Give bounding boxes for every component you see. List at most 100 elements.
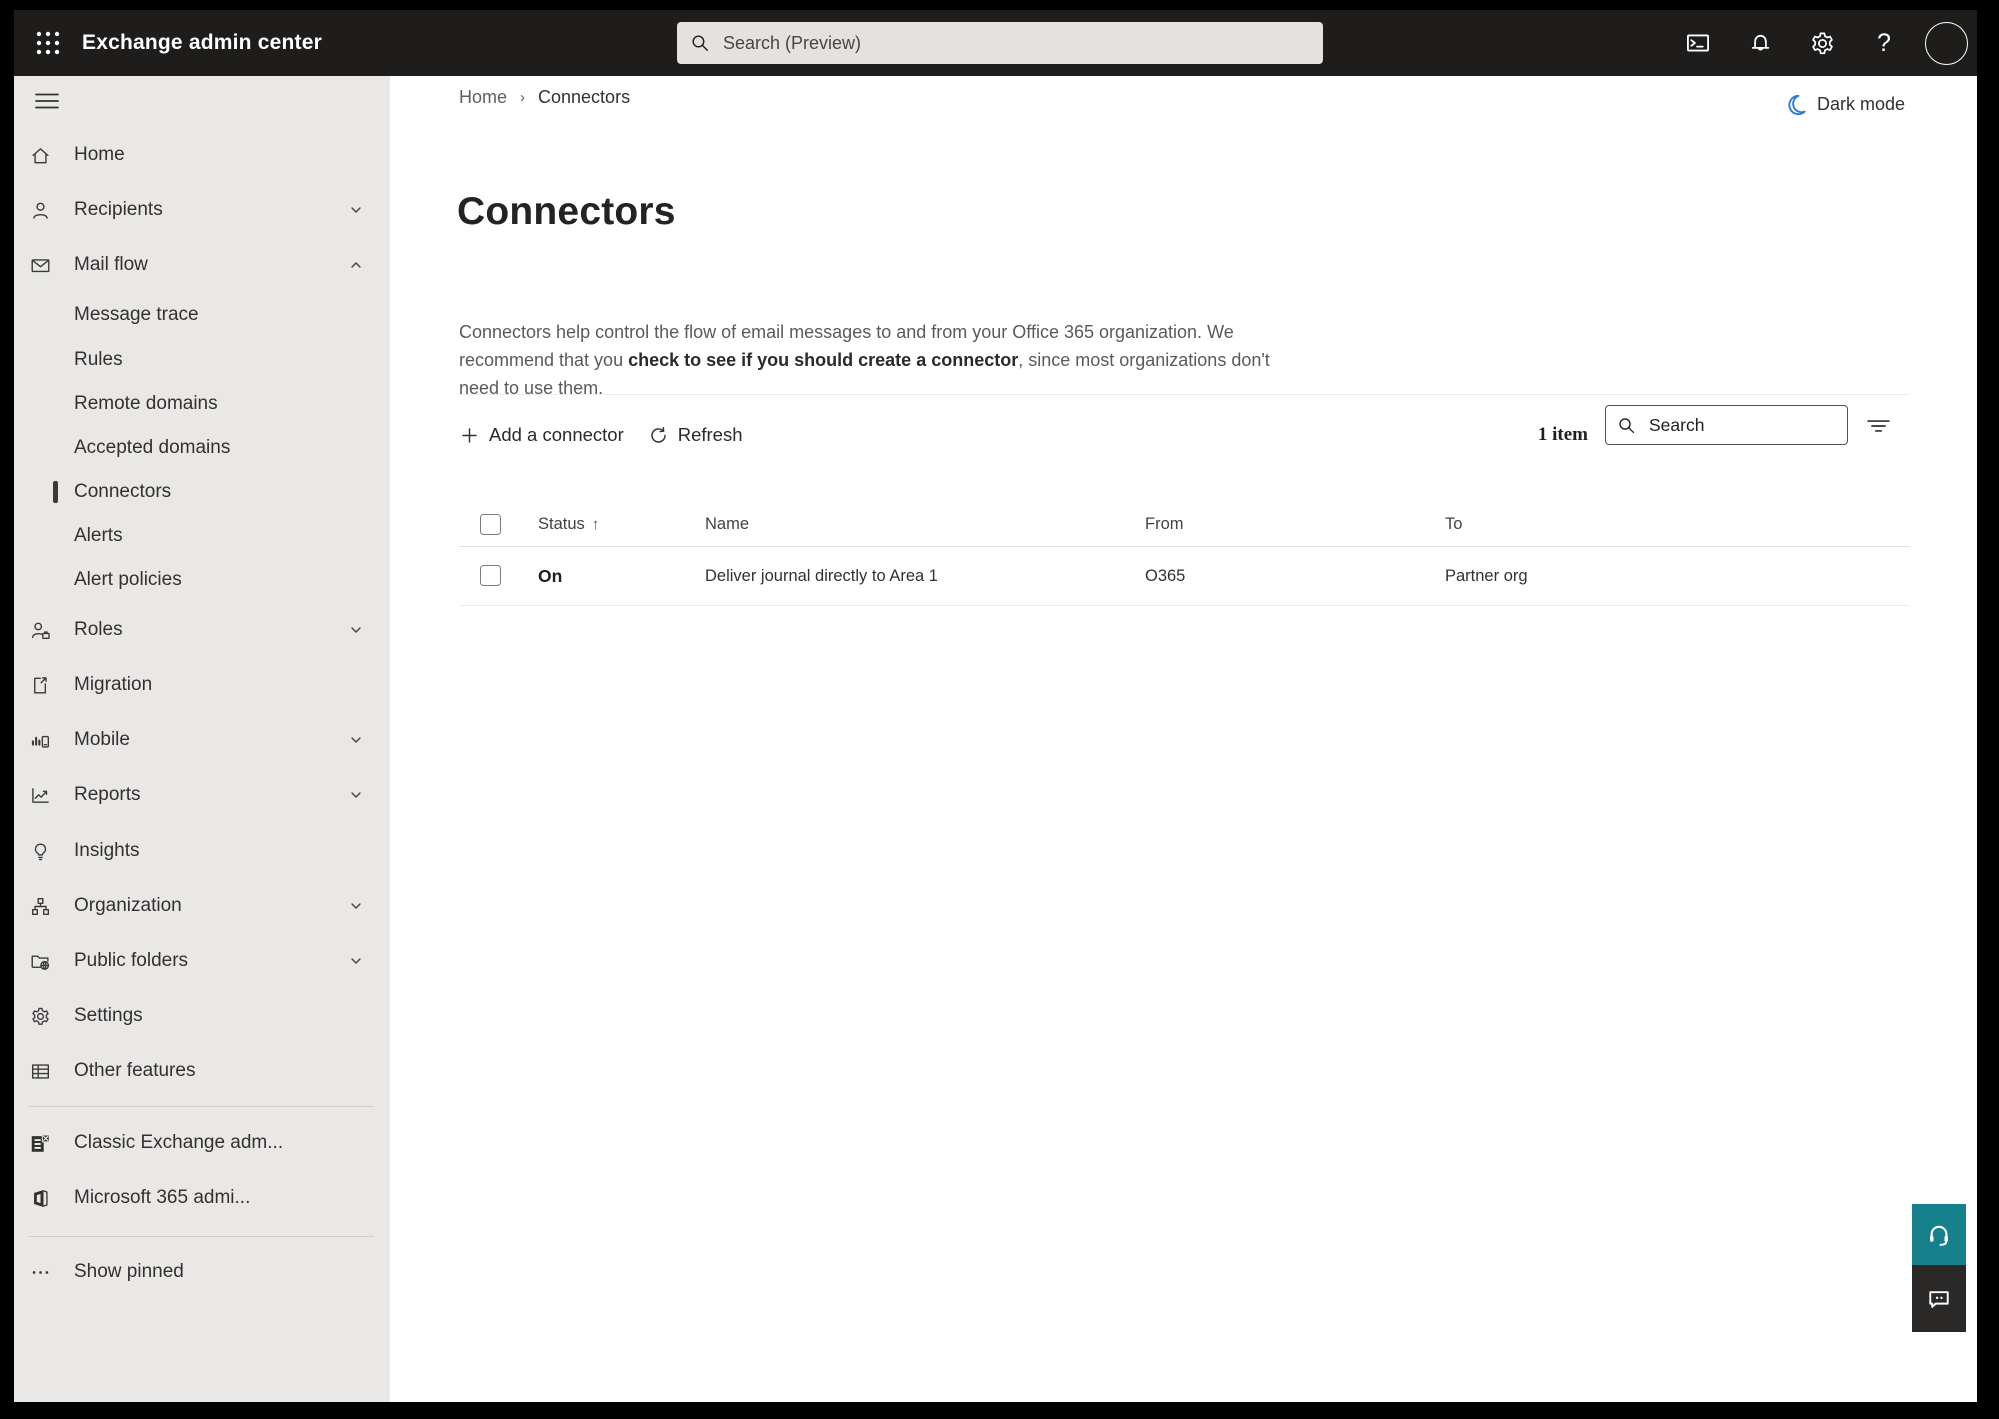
settings-button[interactable]	[1791, 10, 1853, 76]
sidebar-item-organization[interactable]: Organization	[14, 886, 390, 926]
support-button[interactable]	[1912, 1204, 1966, 1265]
plus-icon	[459, 425, 480, 446]
global-search-input[interactable]	[721, 31, 1311, 55]
question-mark-icon: ?	[1877, 28, 1891, 57]
nav-collapse-button[interactable]	[27, 83, 67, 119]
notifications-button[interactable]	[1729, 10, 1791, 76]
select-all-checkbox[interactable]	[480, 514, 501, 535]
ellipsis-icon	[28, 1260, 52, 1284]
item-count: 1 item	[1537, 424, 1588, 445]
sidebar-item-accepted-domains[interactable]: Accepted domains	[14, 428, 390, 468]
mobile-icon	[28, 728, 52, 752]
gear-icon	[28, 1004, 52, 1028]
toolbar-divider	[459, 394, 1910, 395]
table-row[interactable]: On Deliver journal directly to Area 1 O3…	[390, 547, 1920, 605]
create-connector-link[interactable]: check to see if you should create a conn…	[628, 350, 1018, 370]
sort-ascending-icon: ↑	[591, 516, 600, 533]
sidebar-item-settings[interactable]: Settings	[14, 996, 390, 1036]
row-name[interactable]: Deliver journal directly to Area 1	[705, 547, 938, 605]
chevron-down-icon	[348, 787, 364, 803]
migration-icon	[28, 673, 52, 697]
sidebar-item-label: Insights	[74, 840, 140, 861]
person-icon	[28, 198, 52, 222]
sidebar: Home Recipients Mail flow Message trace …	[14, 76, 390, 1402]
sidebar-item-label: Migration	[74, 674, 153, 695]
app-window: Exchange admin center Search (Preview) ?…	[14, 10, 1977, 1402]
sidebar-item-other-features[interactable]: Other features	[14, 1051, 390, 1091]
sidebar-item-connectors[interactable]: Connectors	[14, 472, 390, 512]
search-icon	[689, 32, 711, 54]
table-search-input[interactable]	[1647, 413, 1837, 437]
sidebar-item-label: Mobile	[74, 729, 130, 750]
column-header-label: Name	[705, 515, 750, 533]
sidebar-item-public-folders[interactable]: Public folders	[14, 941, 390, 981]
add-connector-label: Add a connector	[489, 424, 624, 445]
sidebar-item-label: Alert policies	[74, 569, 182, 590]
app-launcher-button[interactable]	[24, 19, 72, 67]
refresh-button[interactable]: Refresh	[645, 415, 755, 455]
sidebar-item-message-trace[interactable]: Message trace	[14, 295, 390, 335]
row-to: Partner org	[1445, 566, 1528, 585]
folder-globe-icon	[28, 949, 52, 973]
sidebar-item-remote-domains[interactable]: Remote domains	[14, 384, 390, 424]
chevron-down-icon	[348, 202, 364, 218]
breadcrumb-current: Connectors	[538, 86, 631, 107]
dark-mode-toggle[interactable]: Dark mode	[1783, 92, 1905, 117]
sidebar-item-migration[interactable]: Migration	[14, 665, 390, 705]
org-tree-icon	[28, 894, 52, 918]
account-button[interactable]	[1915, 10, 1977, 76]
column-header-label: From	[1145, 515, 1184, 533]
sidebar-item-label: Microsoft 365 admi...	[74, 1187, 251, 1208]
table-header-row: Status ↑ Name From To	[390, 503, 1920, 546]
column-header-name[interactable]: Name	[705, 503, 749, 546]
column-header-from[interactable]: From	[1145, 503, 1184, 546]
terminal-icon	[1684, 29, 1712, 57]
dark-mode-label: Dark mode	[1816, 94, 1905, 114]
sidebar-item-label: Public folders	[74, 950, 189, 971]
sidebar-item-recipients[interactable]: Recipients	[14, 190, 390, 230]
refresh-icon	[648, 425, 669, 446]
search-icon	[1616, 415, 1637, 436]
sidebar-item-show-pinned[interactable]: Show pinned	[14, 1252, 390, 1292]
row-checkbox[interactable]	[480, 565, 501, 586]
column-header-status[interactable]: Status ↑	[538, 503, 599, 546]
sidebar-item-label: Show pinned	[74, 1261, 184, 1282]
column-header-label: To	[1445, 515, 1463, 533]
sidebar-item-label: Roles	[74, 619, 123, 640]
sidebar-item-microsoft-365-admin[interactable]: Microsoft 365 admi...	[14, 1178, 390, 1218]
sidebar-item-label: Other features	[74, 1060, 196, 1081]
breadcrumb-home-link[interactable]: Home	[459, 87, 507, 108]
sidebar-item-label: Rules	[74, 349, 123, 370]
sidebar-item-rules[interactable]: Rules	[14, 340, 390, 380]
add-connector-button[interactable]: Add a connector	[456, 415, 636, 455]
sidebar-item-insights[interactable]: Insights	[14, 831, 390, 871]
sidebar-item-classic-exchange-admin[interactable]: Classic Exchange adm...	[14, 1123, 390, 1163]
sidebar-item-label: Settings	[74, 1005, 143, 1026]
help-button[interactable]: ?	[1853, 10, 1915, 76]
sidebar-item-label: Reports	[74, 784, 141, 805]
sidebar-item-roles[interactable]: Roles	[14, 610, 390, 650]
selected-indicator	[53, 481, 58, 503]
avatar	[1924, 21, 1968, 65]
page-description: Connectors help control the flow of emai…	[459, 318, 1307, 402]
feedback-button[interactable]	[1912, 1265, 1966, 1332]
sidebar-item-label: Organization	[74, 895, 182, 916]
column-header-to[interactable]: To	[1445, 503, 1462, 546]
sidebar-item-label: Accepted domains	[74, 437, 231, 458]
filter-button[interactable]	[1858, 410, 1898, 442]
sidebar-item-mobile[interactable]: Mobile	[14, 720, 390, 760]
sidebar-item-home[interactable]: Home	[14, 135, 390, 175]
sidebar-item-mail-flow[interactable]: Mail flow	[14, 245, 390, 285]
sidebar-item-reports[interactable]: Reports	[14, 775, 390, 815]
chevron-down-icon	[348, 732, 364, 748]
exchange-logo-icon	[28, 1131, 52, 1155]
sidebar-item-label: Alerts	[74, 525, 123, 546]
command-bar: Add a connector Refresh	[456, 415, 755, 455]
headset-icon	[1924, 1220, 1954, 1250]
sidebar-item-alert-policies[interactable]: Alert policies	[14, 560, 390, 600]
global-search-box[interactable]	[677, 22, 1323, 64]
table-search-box[interactable]	[1605, 405, 1848, 445]
cloud-shell-button[interactable]	[1667, 10, 1729, 76]
sidebar-item-alerts[interactable]: Alerts	[14, 516, 390, 556]
office-logo-icon	[28, 1186, 52, 1210]
